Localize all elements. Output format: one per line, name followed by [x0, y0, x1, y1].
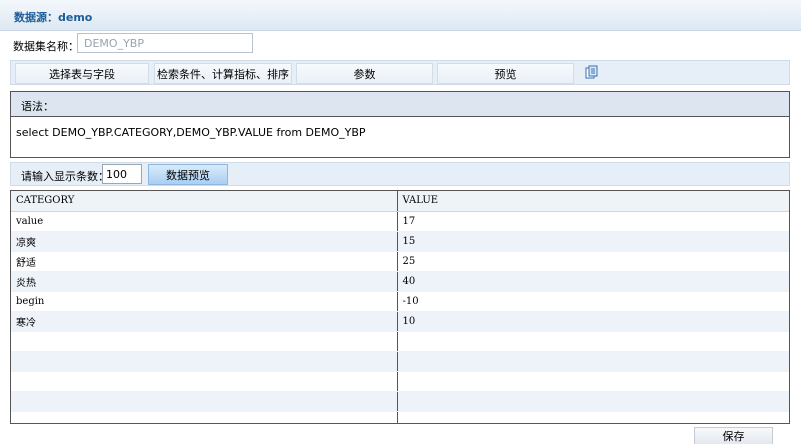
- cell-category: begin: [11, 291, 398, 312]
- empty-row: [11, 391, 789, 412]
- sql-text[interactable]: select DEMO_YBP.CATEGORY,DEMO_YBP.VALUE …: [11, 117, 789, 139]
- column-header-category[interactable]: CATEGORY: [11, 191, 398, 212]
- syntax-label: 语法：: [21, 100, 54, 113]
- table-row[interactable]: 炎热 40: [11, 271, 789, 292]
- title-bar: 数据源：demo: [0, 0, 801, 31]
- export-icon[interactable]: [585, 65, 599, 79]
- tab-conditions-sort[interactable]: 检索条件、计算指标、排序: [154, 63, 292, 84]
- cell-category: 炎热: [11, 271, 398, 292]
- tab-bar: 选择表与字段 检索条件、计算指标、排序 参数 预览: [10, 60, 790, 85]
- cell-value: 25: [397, 251, 789, 272]
- dataset-name-input[interactable]: [77, 33, 253, 53]
- cell-category: value: [11, 211, 398, 232]
- cell-value: 40: [397, 271, 789, 292]
- dataset-name-row: 数据集名称：: [10, 31, 790, 57]
- empty-row: [11, 411, 789, 423]
- save-button-label: 保存: [722, 430, 745, 443]
- result-table: CATEGORY VALUE value 17 凉爽 15 舒适 25 炎热 4…: [11, 191, 789, 423]
- tab-label: 检索条件、计算指标、排序: [157, 67, 289, 81]
- empty-row: [11, 351, 789, 372]
- cell-value: -10: [397, 291, 789, 312]
- cell-category: 寒冷: [11, 311, 398, 332]
- cell-value: 15: [397, 231, 789, 252]
- tab-select-table-fields[interactable]: 选择表与字段: [15, 63, 149, 84]
- table-row[interactable]: 舒适 25: [11, 251, 789, 272]
- table-row[interactable]: value 17: [11, 211, 789, 232]
- tab-label: 选择表与字段: [49, 67, 115, 81]
- preview-bar: 请输入显示条数： 数据预览: [10, 162, 790, 186]
- tab-label: 参数: [353, 67, 376, 81]
- tab-label: 预览: [494, 67, 517, 81]
- table-row[interactable]: begin -10: [11, 291, 789, 312]
- syntax-header: 语法：: [11, 92, 789, 117]
- cell-category: 凉爽: [11, 231, 398, 252]
- table-header-row: CATEGORY VALUE: [11, 191, 789, 212]
- column-header-value[interactable]: VALUE: [397, 191, 789, 212]
- table-row[interactable]: 寒冷 10: [11, 311, 789, 332]
- dataset-name-label: 数据集名称：: [13, 40, 79, 53]
- data-preview-button[interactable]: 数据预览: [148, 164, 228, 185]
- tab-parameters[interactable]: 参数: [296, 63, 433, 84]
- cell-category: 舒适: [11, 251, 398, 272]
- tab-preview[interactable]: 预览: [437, 63, 574, 84]
- empty-row: [11, 331, 789, 352]
- row-count-input[interactable]: [102, 164, 142, 184]
- datasource-title: 数据源：demo: [14, 11, 93, 24]
- preview-grid: CATEGORY VALUE value 17 凉爽 15 舒适 25 炎热 4…: [10, 190, 790, 424]
- row-count-label: 请输入显示条数：: [21, 170, 109, 183]
- syntax-panel: 语法： select DEMO_YBP.CATEGORY,DEMO_YBP.VA…: [10, 91, 790, 158]
- save-button[interactable]: 保存: [694, 427, 773, 444]
- table-row[interactable]: 凉爽 15: [11, 231, 789, 252]
- cell-value: 10: [397, 311, 789, 332]
- empty-row: [11, 371, 789, 392]
- data-preview-button-label: 数据预览: [166, 168, 210, 182]
- cell-value: 17: [397, 211, 789, 232]
